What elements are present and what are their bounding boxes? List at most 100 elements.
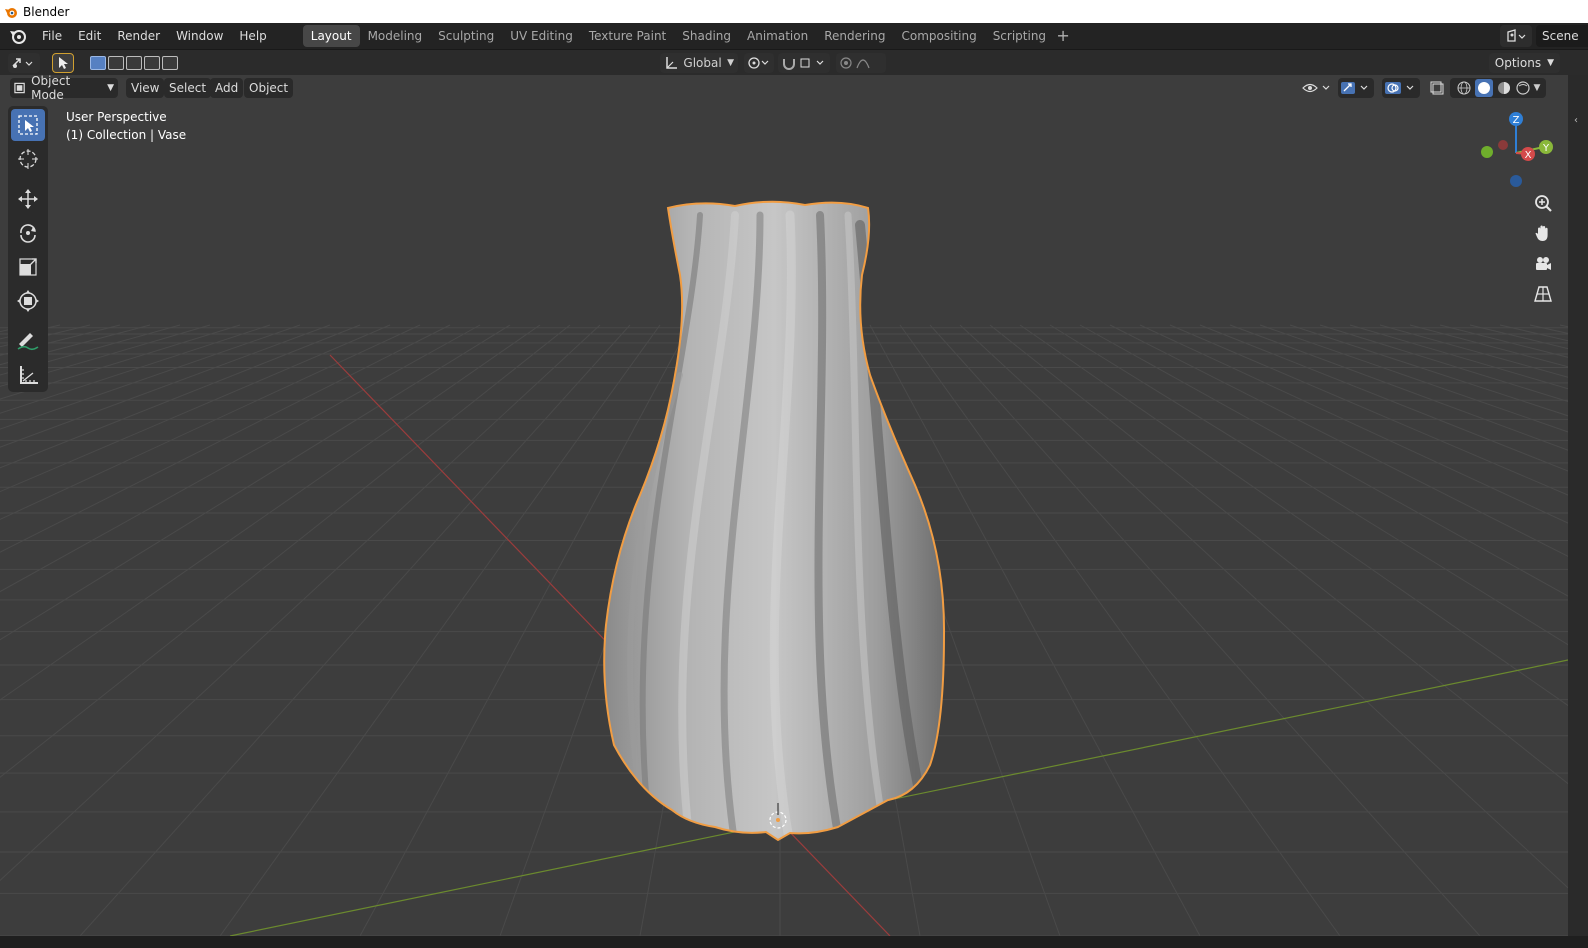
measure-tool[interactable] <box>11 359 45 391</box>
select-box-tool[interactable] <box>11 109 45 141</box>
wireframe-shading-icon[interactable] <box>1456 80 1472 96</box>
transform-orientation-dropdown[interactable]: Global ▼ <box>660 53 738 73</box>
editor-type-icon <box>12 58 33 68</box>
gizmo-toggle-button[interactable] <box>1338 78 1374 98</box>
tab-rendering[interactable]: Rendering <box>816 25 893 47</box>
grid-line <box>0 324 511 641</box>
tab-layout[interactable]: Layout <box>302 25 360 47</box>
tab-uv-editing[interactable]: UV Editing <box>502 25 581 47</box>
annotate-tool[interactable] <box>11 325 45 357</box>
grid-line <box>0 324 421 520</box>
transform-icon <box>17 290 39 312</box>
menu-window[interactable]: Window <box>168 25 231 47</box>
xray-icon <box>1430 81 1444 95</box>
snap-button[interactable] <box>778 53 830 73</box>
tab-animation[interactable]: Animation <box>739 25 816 47</box>
grid-line <box>0 324 61 340</box>
grid-line <box>1319 324 1568 403</box>
cursor-icon <box>18 149 38 169</box>
grid-line <box>0 324 571 778</box>
menu-file[interactable]: File <box>34 25 70 47</box>
options-dropdown[interactable]: Options ▼ <box>1488 53 1560 73</box>
scale-tool[interactable] <box>11 251 45 283</box>
chevron-down-icon: ▼ <box>727 58 734 68</box>
scene-name-field[interactable]: Scene <box>1536 25 1588 47</box>
tab-sculpting[interactable]: Sculpting <box>430 25 502 47</box>
mode-label: Object Mode <box>31 75 71 102</box>
overlays-toggle-button[interactable] <box>1382 78 1420 98</box>
grid-line <box>0 324 601 882</box>
selection-mode-set <box>88 53 180 73</box>
chevron-down-icon: ▼ <box>1547 58 1554 68</box>
shading-mode-group: ▼ <box>1450 78 1546 98</box>
proportional-icon <box>840 57 870 69</box>
set-mode-button[interactable] <box>90 56 106 70</box>
select-box-icon <box>18 115 38 135</box>
gizmo-y-label: Y <box>1542 143 1550 154</box>
invert-mode-button[interactable] <box>144 56 160 70</box>
menu-help[interactable]: Help <box>231 25 274 47</box>
editor-type-button[interactable] <box>8 53 40 73</box>
viewport-menu-select[interactable]: Select <box>164 78 212 98</box>
tab-texture-paint[interactable]: Texture Paint <box>581 25 674 47</box>
move-tool[interactable] <box>11 183 45 215</box>
tool-settings-select-button[interactable] <box>52 53 74 73</box>
grid-line <box>899 324 1341 936</box>
chevron-down-icon: ▼ <box>107 83 114 93</box>
tab-scripting[interactable]: Scripting <box>985 25 1054 47</box>
object-mode-dropdown[interactable]: Object Mode ▼ <box>10 75 118 102</box>
tab-shading[interactable]: Shading <box>674 25 739 47</box>
grid-line <box>0 324 151 366</box>
rotate-tool[interactable] <box>11 217 45 249</box>
tab-compositing[interactable]: Compositing <box>893 25 984 47</box>
visibility-selectability-button[interactable] <box>1300 78 1334 98</box>
move-icon <box>18 189 38 209</box>
sidebar-collapsed[interactable]: ‹ <box>1568 75 1588 936</box>
os-title-bar: Blender <box>0 0 1588 23</box>
viewport-overlay-info: User Perspective (1) Collection | Vase <box>66 108 186 144</box>
grid-line <box>1499 324 1568 342</box>
pan-icon <box>1535 225 1548 241</box>
orientation-icon <box>666 57 677 69</box>
collection-label: (1) Collection | Vase <box>66 128 187 142</box>
ortho-toggle-button[interactable] <box>1530 281 1556 307</box>
proportional-edit-button[interactable] <box>836 53 886 73</box>
rendered-shading-icon[interactable] <box>1515 80 1531 96</box>
vase-object[interactable] <box>603 200 946 845</box>
solid-shading-icon[interactable] <box>1474 79 1493 97</box>
viewport-scene[interactable] <box>0 75 1568 936</box>
add-workspace-button[interactable]: + <box>1054 25 1072 47</box>
measure-icon <box>20 366 38 384</box>
material-shading-icon[interactable] <box>1496 80 1512 96</box>
camera-view-button[interactable] <box>1530 251 1556 277</box>
navigation-gizmo[interactable]: Z X Y <box>1470 105 1560 195</box>
chevron-down-icon[interactable]: ▼ <box>1534 83 1541 93</box>
zoom-button[interactable] <box>1530 190 1556 216</box>
blender-logo-icon[interactable] <box>8 26 28 46</box>
pivot-point-button[interactable] <box>744 53 774 73</box>
chevron-left-icon[interactable]: ‹ <box>1574 115 1578 126</box>
xray-toggle-button[interactable] <box>1428 78 1446 98</box>
scene-browse-button[interactable] <box>1500 25 1532 47</box>
transform-tool[interactable] <box>11 285 45 317</box>
window-title: Blender <box>23 4 70 19</box>
viewport-menu-add[interactable]: Add <box>210 78 244 98</box>
grid-line <box>0 324 451 553</box>
viewport-menu-object[interactable]: Object <box>244 78 294 98</box>
eye-icon <box>1302 83 1330 93</box>
grid-line <box>0 324 271 414</box>
cursor-tool[interactable] <box>11 143 45 175</box>
scale-icon <box>19 258 37 276</box>
grid-line <box>0 324 301 430</box>
menu-edit[interactable]: Edit <box>70 25 109 47</box>
tab-modeling[interactable]: Modeling <box>360 25 431 47</box>
3d-viewport[interactable]: Object Mode ▼ View Select Add Object ▼ U… <box>0 75 1568 936</box>
status-bar <box>0 936 1588 948</box>
grid-line <box>1379 324 1568 378</box>
menu-render[interactable]: Render <box>109 25 168 47</box>
viewport-menu-view[interactable]: View <box>126 78 165 98</box>
pan-button[interactable] <box>1530 220 1556 246</box>
intersect-mode-button[interactable] <box>162 56 178 70</box>
subtract-mode-button[interactable] <box>126 56 142 70</box>
extend-mode-button[interactable] <box>108 56 124 70</box>
